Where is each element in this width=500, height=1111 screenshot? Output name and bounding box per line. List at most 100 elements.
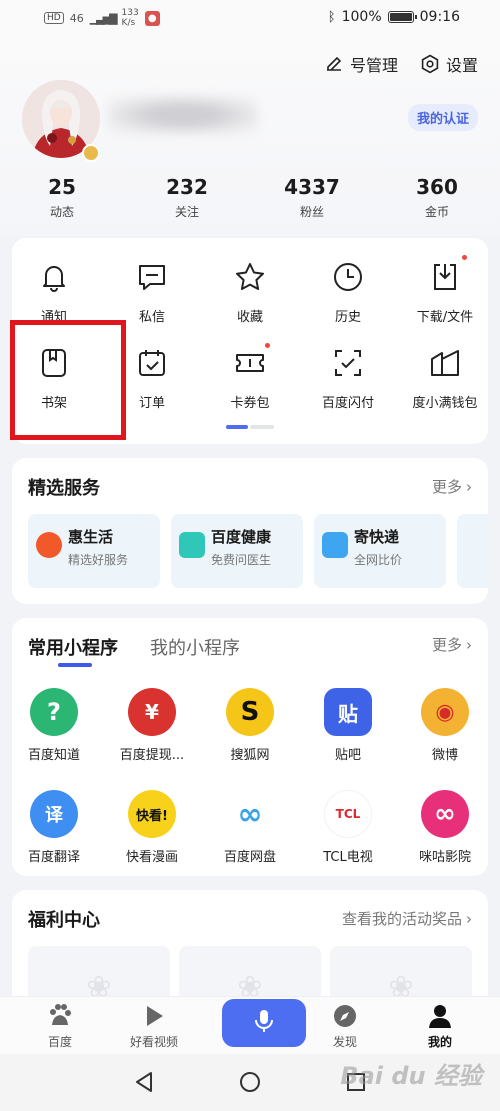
more-label: 更多 <box>431 478 462 496</box>
stat-posts[interactable]: 25 动态 <box>22 175 102 220</box>
stat-label: 关注 <box>174 205 199 219</box>
bottom-nav: 百度 好看视频 发现 我的 <box>0 996 500 1054</box>
app-label: 咪咕影院 <box>418 850 471 865</box>
stat-coins[interactable]: 360 金币 <box>397 175 477 220</box>
migu-icon: ∞ <box>421 790 469 838</box>
mini-app-sohu[interactable]: S 搜狐网 <box>202 688 298 763</box>
quick-label: 百度闪付 <box>321 396 374 411</box>
account-management-button[interactable]: 号管理 <box>324 52 398 76</box>
back-icon[interactable] <box>133 1071 155 1097</box>
quick-favorites[interactable]: 收藏 <box>202 260 298 325</box>
signal-icon: ▁▃▅▇ <box>89 11 118 25</box>
nav-haokan-video[interactable]: 好看视频 <box>114 1003 194 1050</box>
speed-value: 133 <box>121 8 139 18</box>
stat-following[interactable]: 232 关注 <box>147 175 227 220</box>
service-item[interactable]: 寄快递 全网比价 <box>314 514 446 588</box>
health-icon <box>179 532 205 558</box>
netdisk-icon: ∞ <box>226 790 274 838</box>
settings-label: 设置 <box>445 56 478 75</box>
bluetooth-icon: ᛒ <box>327 9 336 25</box>
app-label: 百度提现... <box>119 748 185 763</box>
services-more-link[interactable]: 更多 › <box>432 476 472 497</box>
service-title: 寄快递 <box>354 528 400 546</box>
view-rewards-link[interactable]: 查看我的活动奖品 › <box>342 908 472 929</box>
recording-icon: ● <box>144 10 160 26</box>
battery-icon <box>387 11 417 23</box>
nav-mine[interactable]: 我的 <box>400 1003 480 1050</box>
chevron-right-icon: › <box>466 477 472 496</box>
nav-discover[interactable]: 发现 <box>305 1003 385 1050</box>
app-label: 百度翻译 <box>27 850 80 865</box>
gear-icon <box>420 54 440 74</box>
stat-value: 4337 <box>284 175 340 199</box>
voice-search-button[interactable] <box>222 999 306 1047</box>
settings-button[interactable]: 设置 <box>420 52 478 76</box>
question-icon: ? <box>30 688 78 736</box>
mini-app-baidu-cash[interactable]: ¥ 百度提现... <box>104 688 200 763</box>
cash-icon: ¥ <box>128 688 176 736</box>
baidu-paw-icon <box>47 1003 73 1029</box>
quick-label: 卡券包 <box>230 396 270 411</box>
tcl-icon: TCL <box>324 790 372 838</box>
home-icon[interactable] <box>239 1071 261 1097</box>
tab-my-mini-programs[interactable]: 我的小程序 <box>150 634 240 660</box>
nav-label: 百度 <box>47 1035 72 1049</box>
quick-label: 下载/文件 <box>416 310 474 325</box>
network-label: 46 <box>69 11 84 25</box>
network-speed: 133 K/s <box>122 8 139 28</box>
stat-label: 金币 <box>424 205 449 219</box>
chevron-right-icon: › <box>466 635 472 654</box>
quick-wallet[interactable]: 度小满钱包 <box>397 346 493 411</box>
sohu-icon: S <box>226 688 274 736</box>
status-left: HD 46 ▁▃▅▇ 133 K/s ● <box>44 8 160 28</box>
hd-icon: HD <box>44 12 64 24</box>
service-item[interactable]: 百度健康 免费问医生 <box>171 514 303 588</box>
service-item-partial[interactable] <box>457 514 488 588</box>
status-right: ᛒ 100% 09:16 <box>328 9 460 25</box>
kuaikan-icon: 快看! <box>128 790 176 838</box>
quick-baidu-pay[interactable]: 百度闪付 <box>300 346 396 411</box>
mini-app-baidu-zhidao[interactable]: ? 百度知道 <box>6 688 102 763</box>
mini-app-baidu-translate[interactable]: 译 百度翻译 <box>6 790 102 865</box>
quick-notifications[interactable]: 通知 <box>6 260 102 325</box>
bell-icon <box>37 260 71 294</box>
service-subtitle: 精选好服务 <box>68 553 129 567</box>
mini-programs-more-link[interactable]: 更多 › <box>432 634 472 655</box>
edit-account-icon <box>324 54 344 74</box>
featured-services-card: 精选服务 更多 › 惠生活 精选好服务 百度健康 免费问医生 寄快递 全网比价 <box>12 458 488 604</box>
download-icon <box>428 254 468 294</box>
scan-pay-icon <box>331 346 365 380</box>
tab-underline <box>58 663 92 667</box>
clock-time: 09:16 <box>419 9 460 25</box>
weibo-icon: ◉ <box>421 688 469 736</box>
order-icon <box>135 346 169 380</box>
notification-dot <box>264 342 271 349</box>
quick-history[interactable]: 历史 <box>300 260 396 325</box>
app-label: 百度知道 <box>27 748 80 763</box>
mini-app-tieba[interactable]: 贴 贴吧 <box>300 688 396 763</box>
nav-label: 好看视频 <box>129 1035 178 1049</box>
section-title: 精选服务 <box>28 478 100 499</box>
star-icon <box>233 260 267 294</box>
rewards-link-label: 查看我的活动奖品 <box>341 910 462 928</box>
mini-app-baidu-netdisk[interactable]: ∞ 百度网盘 <box>202 790 298 865</box>
highlight-box <box>10 320 126 440</box>
chevron-right-icon: › <box>466 909 472 928</box>
username-blurred <box>108 96 258 134</box>
mini-app-weibo[interactable]: ◉ 微博 <box>397 688 493 763</box>
service-item[interactable]: 惠生活 精选好服务 <box>28 514 160 588</box>
quick-coupons[interactable]: 卡券包 <box>202 342 298 411</box>
mini-app-kuaikan[interactable]: 快看! 快看漫画 <box>104 790 200 865</box>
battery-percent: 100% <box>341 9 382 25</box>
quick-messages[interactable]: 私信 <box>104 260 200 325</box>
mini-app-tcl-tv[interactable]: TCL TCL电视 <box>300 790 396 865</box>
quick-downloads[interactable]: 下载/文件 <box>397 254 493 325</box>
section-title: 福利中心 <box>28 910 100 931</box>
tab-common-mini-programs[interactable]: 常用小程序 <box>28 634 118 660</box>
mini-app-migu[interactable]: ∞ 咪咕影院 <box>397 790 493 865</box>
stat-followers[interactable]: 4337 粉丝 <box>272 175 352 220</box>
vip-badge-icon <box>82 144 100 162</box>
ticket-icon <box>233 342 271 380</box>
nav-baidu[interactable]: 百度 <box>20 1003 100 1050</box>
certification-button[interactable]: 我的认证 <box>407 104 478 131</box>
